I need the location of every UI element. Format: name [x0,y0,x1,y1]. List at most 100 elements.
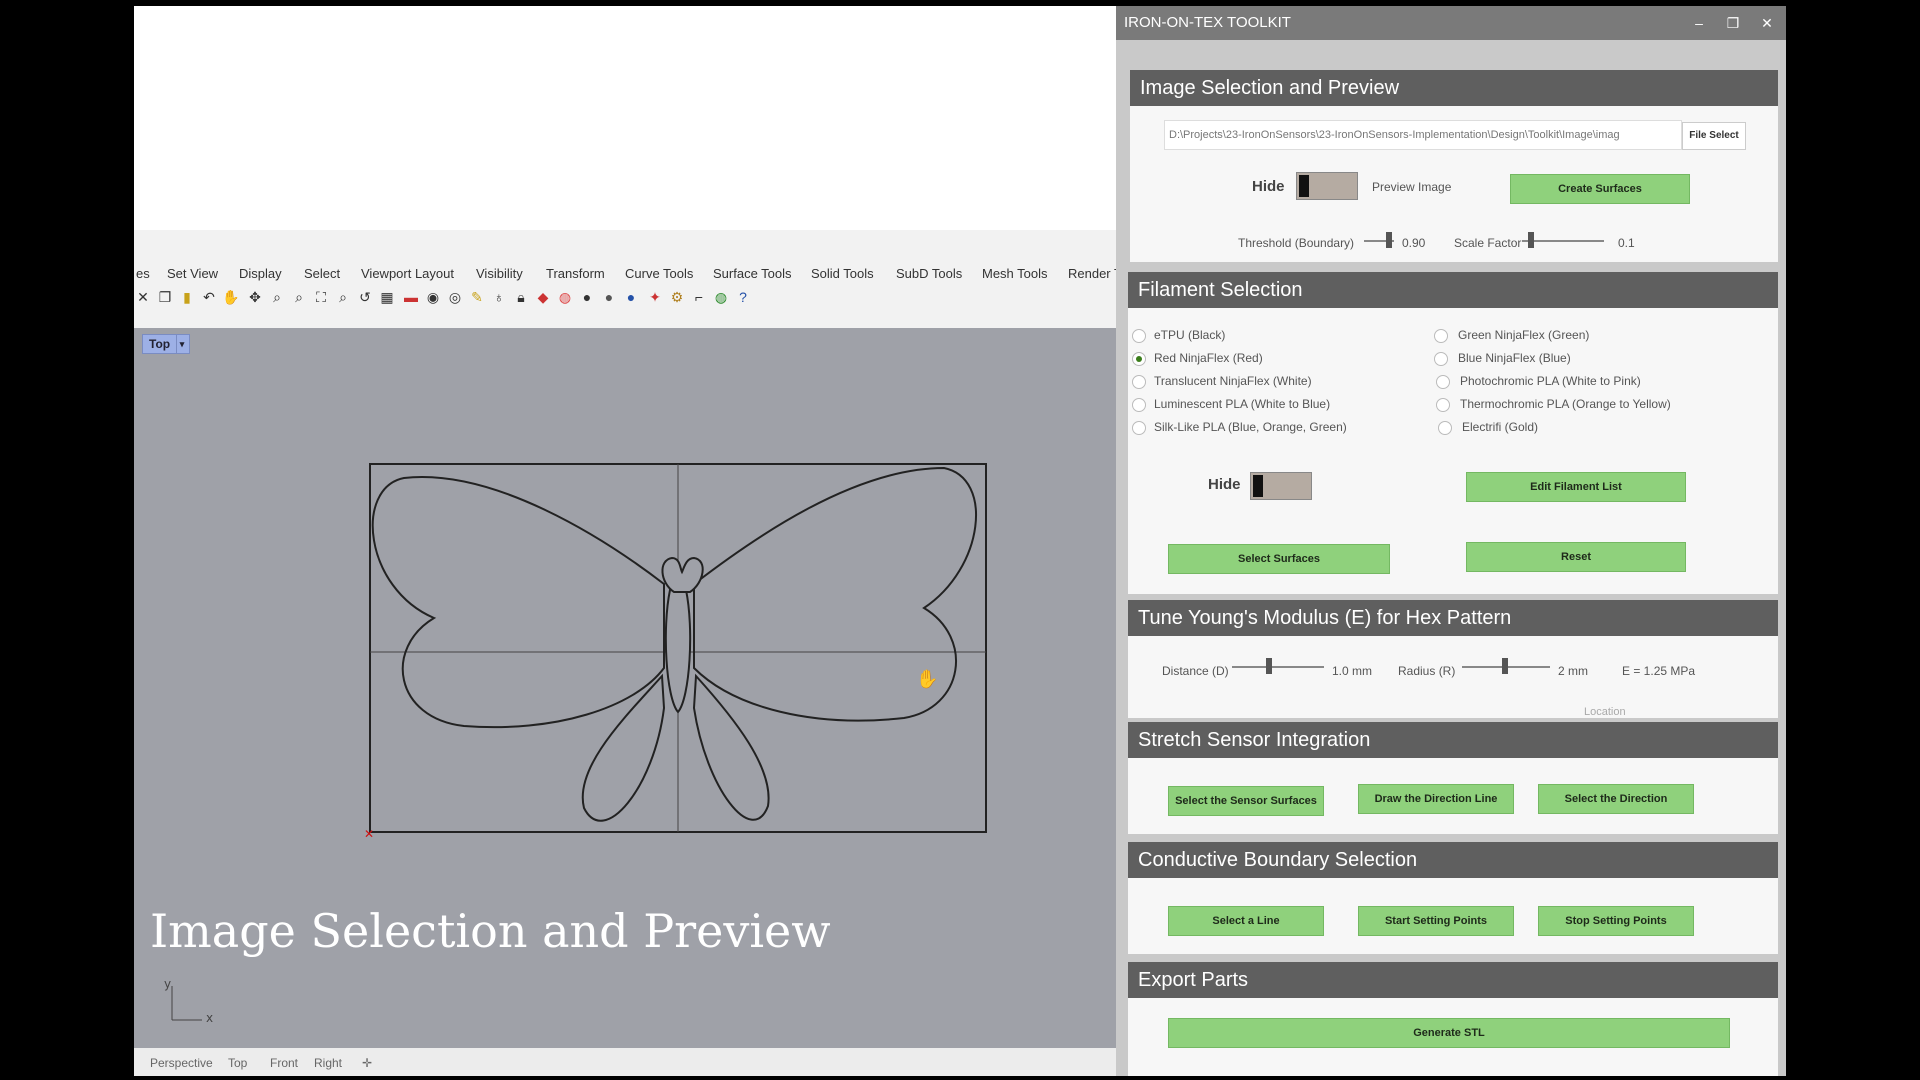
select-line-button[interactable]: Select a Line [1168,906,1324,936]
render-icon[interactable]: ● [622,288,640,306]
scale-factor-slider[interactable] [1522,240,1604,242]
file-path-field[interactable]: D:\Projects\23-IronOnSensors\23-IronOnSe… [1164,120,1682,150]
file-select-button[interactable]: File Select [1682,122,1746,150]
radio-label-silk-like-pla: Silk-Like PLA (Blue, Orange, Green) [1154,420,1347,434]
menu-item-surface-tools[interactable]: Surface Tools [713,266,792,281]
select-sensor-surfaces-button[interactable]: Select the Sensor Surfaces [1168,786,1324,816]
tune-section-title: Tune Young's Modulus (E) for Hex Pattern [1138,607,1512,629]
undo-view-icon[interactable]: ↺ [356,288,374,306]
stop-setting-points-button[interactable]: Stop Setting Points [1538,906,1694,936]
pin-icon[interactable]: ✦ [646,288,664,306]
menu-item-solid-tools[interactable]: Solid Tools [811,266,874,281]
dimension-icon[interactable]: ⌐ [690,288,708,306]
grid-icon[interactable]: ▦ [378,288,396,306]
minimize-icon[interactable]: – [1684,6,1714,40]
threshold-slider-thumb[interactable] [1386,232,1392,248]
distance-slider[interactable] [1232,666,1324,668]
image-section-title: Image Selection and Preview [1140,77,1400,99]
menu-item-render-tools[interactable]: Render Tools [1068,266,1120,281]
stretch-section-title: Stretch Sensor Integration [1138,729,1371,751]
top-viewport[interactable]: Top ▾ ✕ ✋ Image Selection and Preview y … [134,328,1120,1048]
reset-button[interactable]: Reset [1466,542,1686,572]
lock-icon[interactable]: 🔒︎ [512,288,530,306]
paste-icon[interactable]: ▮ [178,288,196,306]
close-icon[interactable]: ✕ [134,288,152,306]
snap-icon[interactable]: ◎ [446,288,464,306]
radio-blue-ninjaflex[interactable] [1434,352,1448,366]
menu-item-select[interactable]: Select [304,266,340,281]
scale-factor-slider-thumb[interactable] [1528,232,1534,248]
menu-item-viewport-layout[interactable]: Viewport Layout [361,266,454,281]
tab-perspective[interactable]: Perspective [150,1056,213,1070]
zoom-window-icon[interactable]: ⌕ [290,288,308,306]
shaded-sphere-icon[interactable]: ● [600,288,618,306]
gear-icon[interactable]: ⚙ [668,288,686,306]
radio-translucent-ninjaflex[interactable] [1132,375,1146,389]
select-surfaces-button[interactable]: Select Surfaces [1168,544,1390,574]
filament-toggle[interactable] [1250,472,1312,500]
menu-item-subd-tools[interactable]: SubD Tools [896,266,962,281]
undo-icon[interactable]: ↶ [200,288,218,306]
viewport-icon[interactable]: ◉ [424,288,442,306]
menu-item-es[interactable]: es [136,266,150,281]
radio-red-ninjaflex[interactable] [1132,352,1146,366]
radius-value: 2 mm [1558,664,1588,678]
viewport-tabs-bar: Perspective Top Front Right ✛ [134,1048,1120,1076]
boundary-section-header: Conductive Boundary Selection [1128,842,1778,878]
generate-stl-button[interactable]: Generate STL [1168,1018,1730,1048]
menu-item-display[interactable]: Display [239,266,282,281]
rotate-view-icon[interactable]: ✥ [246,288,264,306]
tab-front[interactable]: Front [270,1056,298,1070]
export-section-title: Export Parts [1138,969,1249,991]
add-tab-icon[interactable]: ✛ [362,1056,372,1070]
toolkit-title-bar[interactable]: IRON-ON-TEX TOOLKIT – ❐ ✕ [1116,6,1786,40]
toolkit-title: IRON-ON-TEX TOOLKIT [1124,14,1291,31]
zoom-extents-icon[interactable]: ⛶ [312,288,330,306]
edit-filament-list-button[interactable]: Edit Filament List [1466,472,1686,502]
create-surfaces-button[interactable]: Create Surfaces [1510,174,1690,204]
help-icon[interactable]: ? [734,288,752,306]
tab-right[interactable]: Right [314,1056,342,1070]
filament-hide-label: Hide [1208,476,1241,493]
radio-silk-like-pla[interactable] [1132,421,1146,435]
materials-icon[interactable]: ◆ [534,288,552,306]
radius-slider-thumb[interactable] [1502,658,1508,674]
zoom-icon[interactable]: ⌕ [268,288,286,306]
preview-toggle[interactable] [1296,172,1358,200]
radio-green-ninjaflex[interactable] [1434,329,1448,343]
distance-value: 1.0 mm [1332,664,1373,678]
cplane-icon[interactable]: ▬ [402,288,420,306]
radio-label-red-ninjaflex: Red NinjaFlex (Red) [1154,351,1263,365]
menu-item-visibility[interactable]: Visibility [476,266,523,281]
maximize-icon[interactable]: ❐ [1718,6,1748,40]
radio-label-luminescent-pla: Luminescent PLA (White to Blue) [1154,397,1331,411]
export-section-body: Generate STL [1128,998,1778,1076]
select-direction-button[interactable]: Select the Direction [1538,784,1694,814]
boundary-section-title: Conductive Boundary Selection [1138,849,1418,871]
color-wheel-icon[interactable]: ◍ [556,288,574,306]
iron-on-tex-toolkit: IRON-ON-TEX TOOLKIT – ❐ ✕ Image Selectio… [1116,6,1786,1076]
start-setting-points-button[interactable]: Start Setting Points [1358,906,1514,936]
tune-section-body: Distance (D) 1.0 mm Radius (R) 2 mm E = … [1128,636,1778,718]
draw-direction-line-button[interactable]: Draw the Direction Line [1358,784,1514,814]
zoom-selected-icon[interactable]: ⌕ [334,288,352,306]
radio-thermochromic-pla[interactable] [1436,398,1450,412]
layer-icon[interactable]: ✎ [468,288,486,306]
menu-item-curve-tools[interactable]: Curve Tools [625,266,693,281]
menu-item-mesh-tools[interactable]: Mesh Tools [982,266,1048,281]
render-sphere-icon[interactable]: ● [578,288,596,306]
command-area[interactable] [134,6,1120,230]
copy-icon[interactable]: ❐ [156,288,174,306]
menu-item-transform[interactable]: Transform [546,266,605,281]
globe-icon[interactable]: ◍ [712,288,730,306]
radio-etpu[interactable] [1132,329,1146,343]
radio-photochromic-pla[interactable] [1436,375,1450,389]
light-icon[interactable]: ♁ [490,288,508,306]
distance-slider-thumb[interactable] [1266,658,1272,674]
tab-top[interactable]: Top [228,1056,247,1070]
radio-luminescent-pla[interactable] [1132,398,1146,412]
close-icon[interactable]: ✕ [1752,6,1782,40]
pan-icon[interactable]: ✋ [222,288,240,306]
menu-item-set-view[interactable]: Set View [167,266,218,281]
radio-electrifi[interactable] [1438,421,1452,435]
